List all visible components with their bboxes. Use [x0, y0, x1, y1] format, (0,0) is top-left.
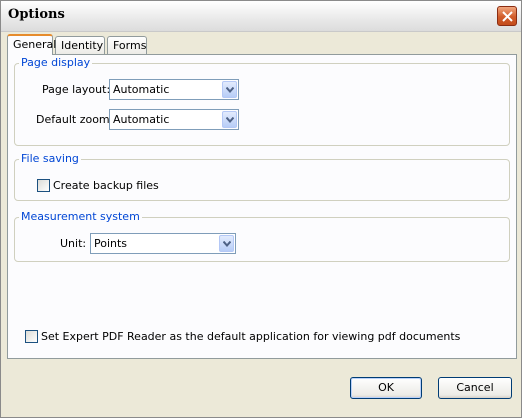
unit-label: Unit: — [60, 237, 87, 250]
default-app-checkbox[interactable] — [25, 330, 38, 343]
dropdown-button[interactable] — [222, 81, 237, 98]
options-dialog: Options General Identity Forms Page disp… — [0, 0, 522, 418]
window-title: Options — [8, 7, 65, 22]
dropdown-button[interactable] — [222, 111, 237, 128]
page-display-group: Page display Page layout: Automatic Defa… — [14, 56, 510, 146]
create-backup-checkbox[interactable] — [37, 179, 50, 192]
chevron-down-icon — [223, 241, 231, 247]
create-backup-label[interactable]: Create backup files — [53, 179, 159, 192]
group-title: File saving — [19, 152, 81, 165]
tab-label: Identity — [61, 39, 104, 52]
chevron-down-icon — [226, 117, 234, 123]
tab-identity[interactable]: Identity — [55, 36, 105, 54]
tab-forms[interactable]: Forms — [107, 36, 147, 54]
page-layout-label: Page layout: — [42, 83, 111, 96]
tab-general[interactable]: General — [7, 34, 57, 55]
tab-label: Forms — [113, 39, 147, 52]
cancel-button[interactable]: Cancel — [438, 377, 512, 399]
page-layout-select[interactable]: Automatic — [109, 79, 239, 100]
unit-value: Points — [94, 237, 128, 250]
title-bar[interactable]: Options — [1, 1, 521, 32]
ok-button[interactable]: OK — [350, 377, 422, 399]
default-zoom-label: Default zoom: — [36, 113, 114, 126]
unit-select[interactable]: Points — [90, 233, 236, 254]
group-title: Page display — [19, 56, 93, 69]
tab-label: General — [13, 38, 57, 51]
page-layout-value: Automatic — [113, 83, 170, 96]
default-zoom-value: Automatic — [113, 113, 170, 126]
dropdown-button[interactable] — [219, 235, 234, 252]
measurement-system-group: Measurement system Unit: Points — [14, 210, 510, 262]
file-saving-group: File saving Create backup files — [14, 152, 510, 201]
default-zoom-select[interactable]: Automatic — [109, 109, 239, 130]
chevron-down-icon — [226, 87, 234, 93]
group-title: Measurement system — [19, 210, 142, 223]
close-button[interactable] — [497, 6, 517, 26]
default-app-label[interactable]: Set Expert PDF Reader as the default app… — [41, 330, 460, 343]
close-icon — [502, 11, 513, 22]
general-tab-panel: Page display Page layout: Automatic Defa… — [7, 54, 517, 359]
